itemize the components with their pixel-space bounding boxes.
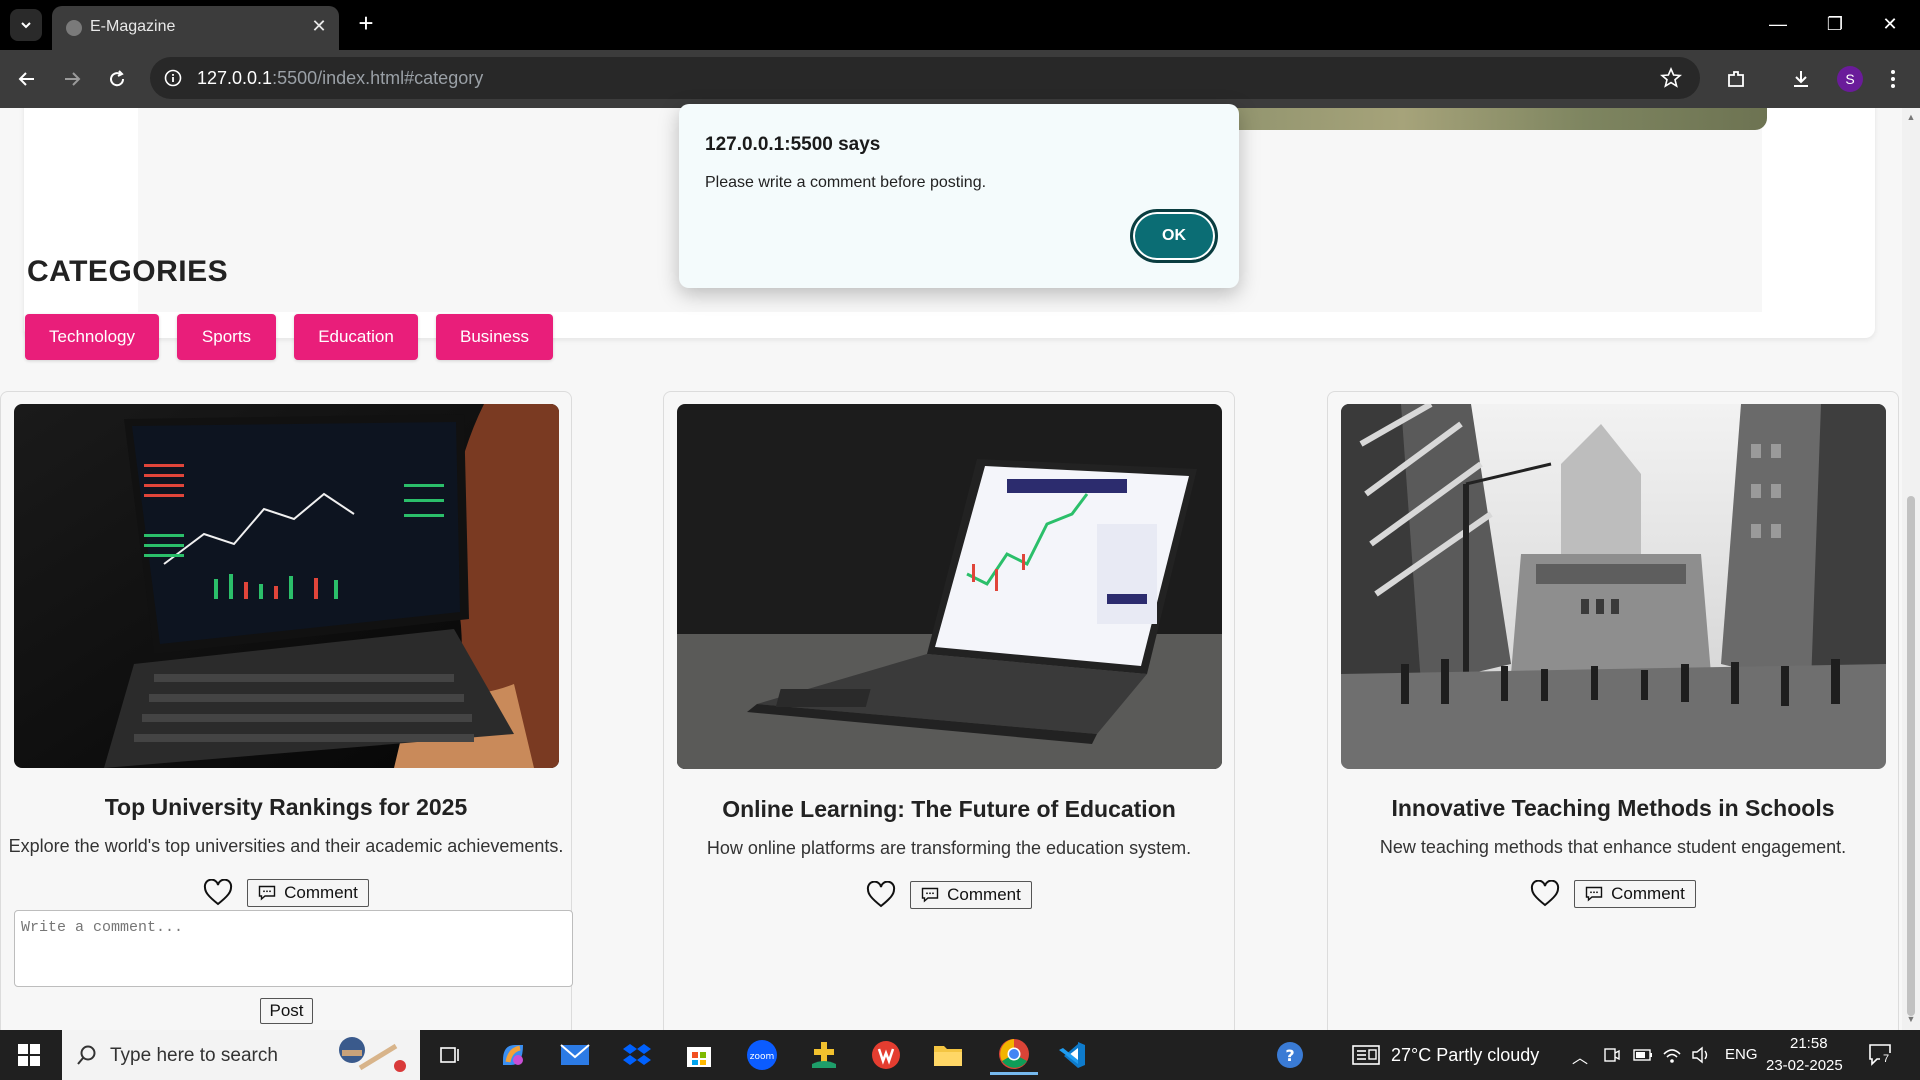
microsoft-store-icon[interactable]: [679, 1035, 719, 1075]
taskbar-search-placeholder: Type here to search: [110, 1045, 278, 1066]
dialog-title: 127.0.0.1:5500 says: [705, 134, 881, 155]
taskbar: Type here to search zoom ? 27°C Partly c…: [0, 1030, 1920, 1080]
back-icon[interactable]: [12, 64, 42, 94]
article-image: [1341, 404, 1886, 769]
info-icon[interactable]: [164, 69, 182, 87]
article-title[interactable]: Innovative Teaching Methods in Schools: [1328, 795, 1898, 822]
language-indicator[interactable]: ENG: [1725, 1046, 1758, 1063]
page-scrollbar[interactable]: ▲ ▼: [1902, 108, 1920, 1030]
article-card: Top University Rankings for 2025 Explore…: [0, 391, 573, 1030]
volume-icon[interactable]: [1691, 1046, 1711, 1064]
comment-button[interactable]: Comment: [910, 881, 1032, 909]
comment-textarea[interactable]: [14, 910, 573, 987]
wps-office-icon[interactable]: [866, 1035, 906, 1075]
battery-icon[interactable]: [1633, 1048, 1653, 1062]
clock-date[interactable]: 23-02-2025: [1766, 1057, 1843, 1074]
article-image: [14, 404, 559, 768]
notification-count: 7: [1880, 1053, 1892, 1066]
download-icon[interactable]: [1788, 66, 1814, 92]
tab-title: E-Magazine: [90, 18, 176, 35]
comment-button-label: Comment: [284, 883, 358, 902]
weather-text[interactable]: 27°C Partly cloudy: [1391, 1045, 1539, 1066]
restore-icon[interactable]: ❐: [1815, 10, 1855, 38]
taskbar-search-box[interactable]: Type here to search: [62, 1030, 420, 1080]
heart-icon[interactable]: [866, 881, 896, 909]
browser-tab[interactable]: E-Magazine ✕: [52, 6, 339, 50]
scrollbar-thumb[interactable]: [1907, 496, 1915, 1016]
kebab-menu-icon[interactable]: [1880, 66, 1906, 92]
wifi-icon[interactable]: [1662, 1046, 1682, 1064]
chrome-icon[interactable]: [990, 1035, 1038, 1075]
article-title[interactable]: Top University Rankings for 2025: [1, 794, 571, 821]
comment-icon: [258, 885, 276, 901]
file-explorer-icon[interactable]: [928, 1035, 968, 1075]
meet-now-icon[interactable]: [1603, 1046, 1621, 1064]
chevron-down-icon: [21, 22, 31, 29]
heart-icon[interactable]: [1530, 880, 1560, 908]
article-description: How online platforms are transforming th…: [706, 838, 1192, 858]
svg-text:?: ?: [1285, 1046, 1294, 1065]
vscode-icon[interactable]: [1052, 1035, 1092, 1075]
article-description: New teaching methods that enhance studen…: [1379, 837, 1847, 857]
svg-text:zoom: zoom: [750, 1052, 775, 1062]
tab-strip: E-Magazine ✕ + — ❐ ✕: [0, 0, 1920, 50]
tab-search-button[interactable]: [10, 9, 42, 41]
reload-icon[interactable]: [102, 64, 132, 94]
mail-icon[interactable]: [555, 1035, 595, 1075]
dialog-message: Please write a comment before posting.: [705, 174, 987, 191]
comment-button[interactable]: Comment: [1574, 880, 1696, 908]
article-actions: Comment: [664, 881, 1234, 909]
app-icon[interactable]: [804, 1035, 844, 1075]
article-card: Innovative Teaching Methods in Schools N…: [1327, 391, 1899, 1030]
forward-icon[interactable]: [57, 64, 87, 94]
article-image: [677, 404, 1222, 769]
weather-icon: [1352, 1045, 1380, 1065]
windows-start-icon[interactable]: [0, 1030, 58, 1080]
post-button[interactable]: Post: [260, 998, 313, 1024]
comment-button[interactable]: Comment: [247, 879, 369, 907]
profile-avatar[interactable]: S: [1837, 66, 1863, 92]
dialog-ok-button[interactable]: OK: [1130, 209, 1218, 263]
category-education-button[interactable]: Education: [294, 314, 418, 360]
article-description: Explore the world's top universities and…: [8, 836, 564, 856]
article-actions: Comment: [1328, 880, 1898, 908]
category-technology-button[interactable]: Technology: [25, 314, 159, 360]
minimize-icon[interactable]: —: [1758, 10, 1798, 38]
close-tab-icon[interactable]: ✕: [309, 16, 329, 36]
article-actions: Comment: [1, 879, 571, 907]
browser-toolbar: 127.0.0.1:5500/index.html#category S: [0, 50, 1920, 108]
categories-title: CATEGORIES: [27, 255, 229, 288]
globe-icon: [66, 20, 82, 36]
dropbox-icon[interactable]: [617, 1035, 657, 1075]
comment-button-label: Comment: [1611, 884, 1685, 903]
category-business-button[interactable]: Business: [436, 314, 553, 360]
address-bar[interactable]: 127.0.0.1:5500/index.html#category: [150, 57, 1700, 99]
article-card: Online Learning: The Future of Education…: [663, 391, 1235, 1030]
extensions-icon[interactable]: [1723, 66, 1749, 92]
comment-button-label: Comment: [947, 885, 1021, 904]
cricket-icon: [339, 1037, 406, 1072]
alert-dialog: 127.0.0.1:5500 says Please write a comme…: [679, 104, 1239, 288]
tray-chevron-up-icon[interactable]: ︿: [1572, 1044, 1588, 1068]
notification-icon[interactable]: 7: [1868, 1042, 1894, 1068]
scroll-down-icon[interactable]: ▼: [1906, 1014, 1916, 1024]
copilot-icon[interactable]: [493, 1035, 533, 1075]
search-icon: [77, 1045, 96, 1065]
help-icon[interactable]: ?: [1270, 1035, 1310, 1075]
scroll-up-icon[interactable]: ▲: [1906, 112, 1916, 122]
task-view-icon[interactable]: [430, 1035, 470, 1075]
featured-image: [1160, 108, 1767, 130]
zoom-icon[interactable]: zoom: [742, 1035, 782, 1075]
new-tab-button[interactable]: +: [352, 10, 380, 38]
clock-time[interactable]: 21:58: [1790, 1035, 1828, 1052]
article-title[interactable]: Online Learning: The Future of Education: [664, 796, 1234, 823]
heart-icon[interactable]: [203, 879, 233, 907]
comment-icon: [921, 887, 939, 903]
comment-icon: [1585, 886, 1603, 902]
window-close-icon[interactable]: ✕: [1870, 10, 1910, 38]
url-text: 127.0.0.1:5500/index.html#category: [197, 68, 484, 88]
category-sports-button[interactable]: Sports: [177, 314, 276, 360]
bookmark-star-icon[interactable]: [1660, 67, 1682, 89]
